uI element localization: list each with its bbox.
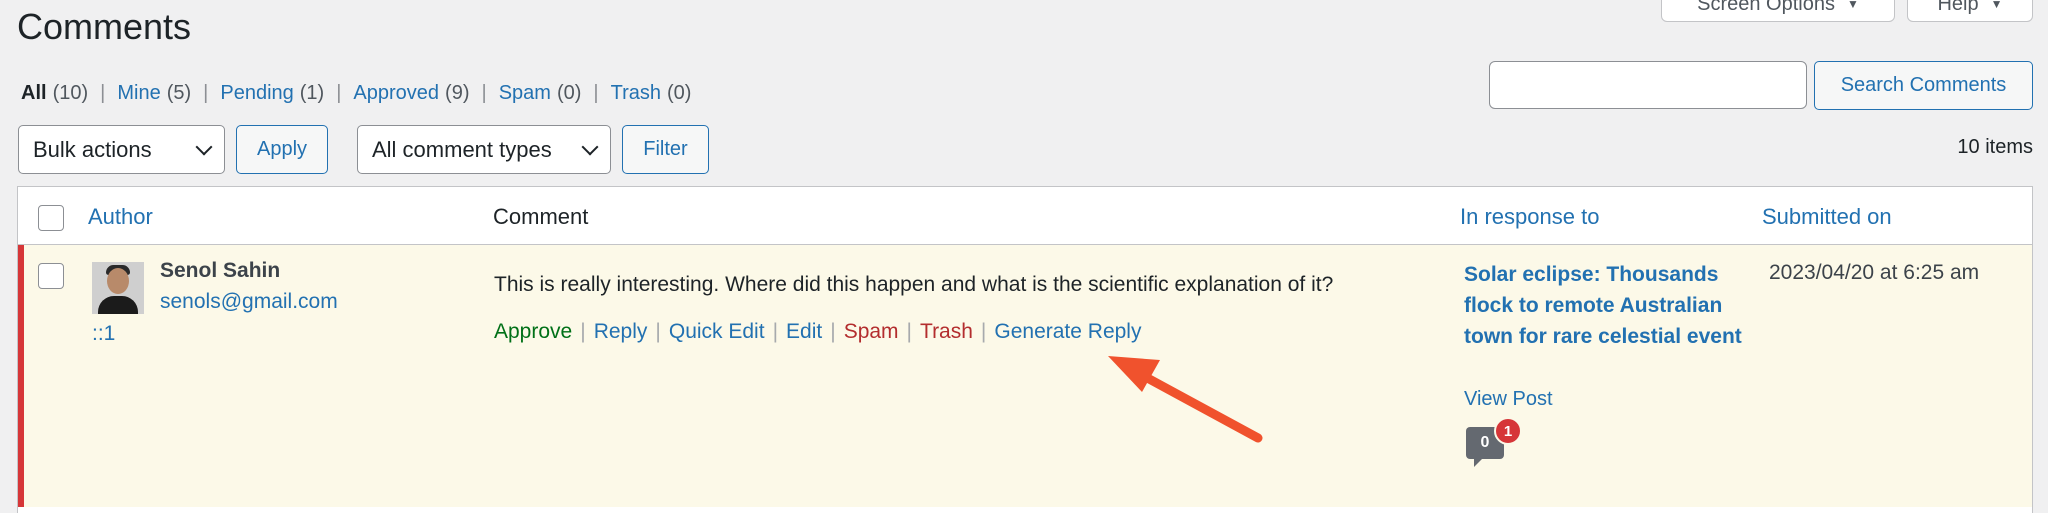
annotation-arrow-icon: [1108, 356, 1263, 443]
